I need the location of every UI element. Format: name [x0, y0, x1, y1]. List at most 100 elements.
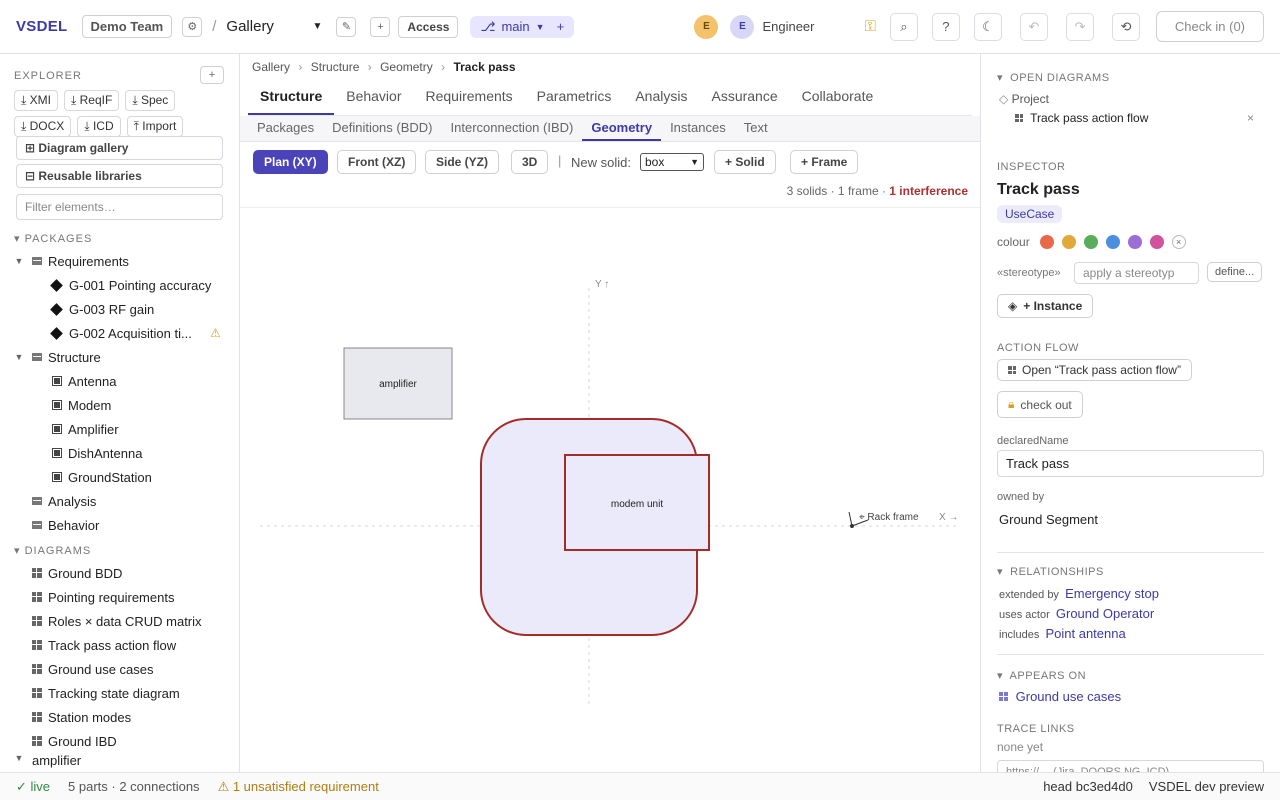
solid-modem-unit[interactable]: modem unit: [564, 454, 710, 551]
tab-analysis[interactable]: Analysis: [623, 80, 699, 115]
geometry-svg[interactable]: Y ↑ X → amplifier modem unit ⌖ Rack fram…: [240, 208, 980, 773]
close-icon[interactable]: ×: [1247, 111, 1254, 125]
breadcrumb-item[interactable]: Gallery: [252, 60, 290, 74]
add-frame-button[interactable]: + Frame: [790, 150, 859, 174]
export-spec-button[interactable]: ⤓ Spec: [125, 90, 176, 111]
tree-item-diagram[interactable]: Ground IBD: [32, 729, 117, 753]
tab-definitions-bdd[interactable]: Definitions (BDD): [323, 116, 441, 141]
add-plus-icon[interactable]: +: [200, 66, 224, 84]
tree-item-requirement[interactable]: G-002 Acquisition ti... ⚠: [50, 321, 221, 345]
solid-amplifier[interactable]: amplifier: [343, 347, 453, 420]
tab-structure[interactable]: Structure: [248, 80, 335, 115]
import-button[interactable]: ⤒ Import: [126, 116, 184, 137]
diagram-gallery-button[interactable]: ⊞ Diagram gallery: [16, 136, 223, 160]
view-side-yz-button[interactable]: Side (YZ): [425, 150, 500, 174]
colour-swatch[interactable]: [1105, 235, 1120, 249]
view-front-xz-button[interactable]: Front (XZ): [337, 150, 417, 174]
caret-down-icon[interactable]: ▼: [12, 352, 26, 362]
tree-item-diagram[interactable]: Station modes: [32, 705, 131, 729]
open-diagrams-header[interactable]: ▾ OPEN DIAGRAMS: [997, 71, 1110, 84]
colour-swatch[interactable]: [1127, 235, 1142, 249]
caret-down-icon[interactable]: ▼: [12, 256, 26, 266]
check-in-button[interactable]: Check in (0): [1155, 11, 1264, 42]
solid-type-select[interactable]: box ▼: [640, 153, 704, 171]
breadcrumb-item[interactable]: Geometry: [380, 60, 433, 74]
clear-colour-icon[interactable]: ×: [1171, 235, 1186, 249]
key-icon[interactable]: ⚿: [865, 18, 876, 35]
tree-item-cut[interactable]: ▼ amplifier: [12, 753, 82, 769]
new-branch-plus-icon[interactable]: +: [557, 19, 565, 34]
dark-mode-moon-icon[interactable]: ☾: [973, 12, 1002, 41]
tree-item-diagram[interactable]: Roles × data CRUD matrix: [32, 609, 202, 633]
define-stereotype-button[interactable]: define...: [1207, 262, 1263, 282]
view-plan-xy-button[interactable]: Plan (XY): [253, 150, 328, 174]
export-icd-button[interactable]: ⤓ ICD: [77, 116, 121, 137]
interference-count[interactable]: 1 interference: [889, 184, 968, 198]
tab-requirements[interactable]: Requirements: [414, 80, 525, 115]
history-icon[interactable]: ⟲: [1111, 12, 1140, 41]
branch-selector[interactable]: ⎇ main ▼ +: [470, 15, 575, 38]
add-plus-icon[interactable]: +: [370, 16, 391, 37]
tree-item-block[interactable]: DishAntenna: [52, 441, 142, 465]
breadcrumb-item[interactable]: Structure: [311, 60, 360, 74]
colour-swatch[interactable]: [1039, 235, 1054, 249]
view-3d-button[interactable]: 3D: [511, 150, 549, 174]
trace-link-input[interactable]: https://… (Jira, DOORS NG, ICD): [997, 760, 1264, 772]
tab-interconnection-ibd[interactable]: Interconnection (IBD): [442, 116, 583, 141]
brand-logo[interactable]: VSDEL: [16, 18, 68, 35]
colour-swatch[interactable]: [1083, 235, 1098, 249]
packages-header[interactable]: ▾ PACKAGES: [14, 232, 92, 245]
relationships-header[interactable]: ▾ RELATIONSHIPS: [997, 565, 1104, 578]
tree-item-diagram[interactable]: Ground use cases: [32, 657, 154, 681]
caret-down-icon[interactable]: ▼: [12, 753, 26, 763]
tab-behavior[interactable]: Behavior: [334, 80, 413, 115]
team-button[interactable]: Demo Team: [81, 15, 173, 38]
tree-item-requirements[interactable]: ▼ Requirements: [12, 249, 129, 273]
relationship-link[interactable]: Ground Operator: [1056, 606, 1154, 621]
colour-swatch[interactable]: [1149, 235, 1164, 249]
reusable-libraries-button[interactable]: ⊟ Reusable libraries: [16, 164, 223, 188]
tree-item-block[interactable]: Antenna: [52, 369, 116, 393]
help-icon[interactable]: ?: [931, 12, 960, 41]
add-instance-button[interactable]: ◈ + Instance: [997, 294, 1094, 318]
tab-text[interactable]: Text: [735, 116, 777, 141]
tree-item-diagram[interactable]: Pointing requirements: [32, 585, 174, 609]
open-diagram-item[interactable]: Track pass action flow: [1015, 111, 1148, 125]
owned-by-value[interactable]: Ground Segment: [999, 512, 1098, 527]
export-reqif-button[interactable]: ⤓ ReqIF: [63, 90, 120, 111]
export-docx-button[interactable]: ⤓ DOCX: [14, 116, 72, 137]
tree-item-structure[interactable]: ▼ Structure: [12, 345, 101, 369]
geometry-canvas[interactable]: Y ↑ X → amplifier modem unit ⌖ Rack fram…: [240, 207, 980, 772]
avatar[interactable]: E: [730, 14, 755, 39]
tree-item-analysis[interactable]: Analysis: [32, 489, 96, 513]
filter-elements-input[interactable]: Filter elements…: [16, 194, 223, 220]
stereotype-input[interactable]: apply a stereotyp: [1074, 262, 1199, 284]
open-action-flow-button[interactable]: Open “Track pass action flow”: [997, 359, 1192, 381]
tree-item-diagram[interactable]: Track pass action flow: [32, 633, 176, 657]
avatar[interactable]: E: [694, 14, 719, 39]
colour-swatch[interactable]: [1061, 235, 1076, 249]
tree-item-block[interactable]: GroundStation: [52, 465, 152, 489]
tree-item-requirement[interactable]: G-001 Pointing accuracy: [50, 273, 211, 297]
relationship-link[interactable]: Point antenna: [1045, 626, 1125, 641]
tree-item-block[interactable]: Modem: [52, 393, 111, 417]
edit-pencil-icon[interactable]: ✎: [336, 16, 357, 37]
tab-instances[interactable]: Instances: [661, 116, 735, 141]
access-button[interactable]: Access: [398, 15, 459, 38]
undo-icon[interactable]: ↶: [1019, 12, 1048, 41]
project-item[interactable]: ◇ Project: [999, 92, 1049, 106]
export-xmi-button[interactable]: ⤓ XMI: [14, 90, 58, 111]
tab-geometry[interactable]: Geometry: [582, 116, 662, 141]
tab-packages[interactable]: Packages: [248, 116, 323, 141]
unsatisfied-requirement-warning[interactable]: ⚠ 1 unsatisfied requirement: [218, 779, 379, 795]
declared-name-input[interactable]: Track pass: [997, 450, 1264, 477]
relationship-link[interactable]: Emergency stop: [1065, 586, 1159, 601]
tree-item-behavior[interactable]: Behavior: [32, 513, 99, 537]
check-out-button[interactable]: 🔒︎ check out: [997, 391, 1083, 418]
tab-assurance[interactable]: Assurance: [699, 80, 789, 115]
tab-collaborate[interactable]: Collaborate: [790, 80, 886, 115]
tree-item-diagram[interactable]: Ground BDD: [32, 561, 122, 585]
add-solid-button[interactable]: + Solid: [714, 150, 776, 174]
appears-on-header[interactable]: ▾ APPEARS ON: [997, 669, 1086, 682]
tree-item-diagram[interactable]: Tracking state diagram: [32, 681, 180, 705]
